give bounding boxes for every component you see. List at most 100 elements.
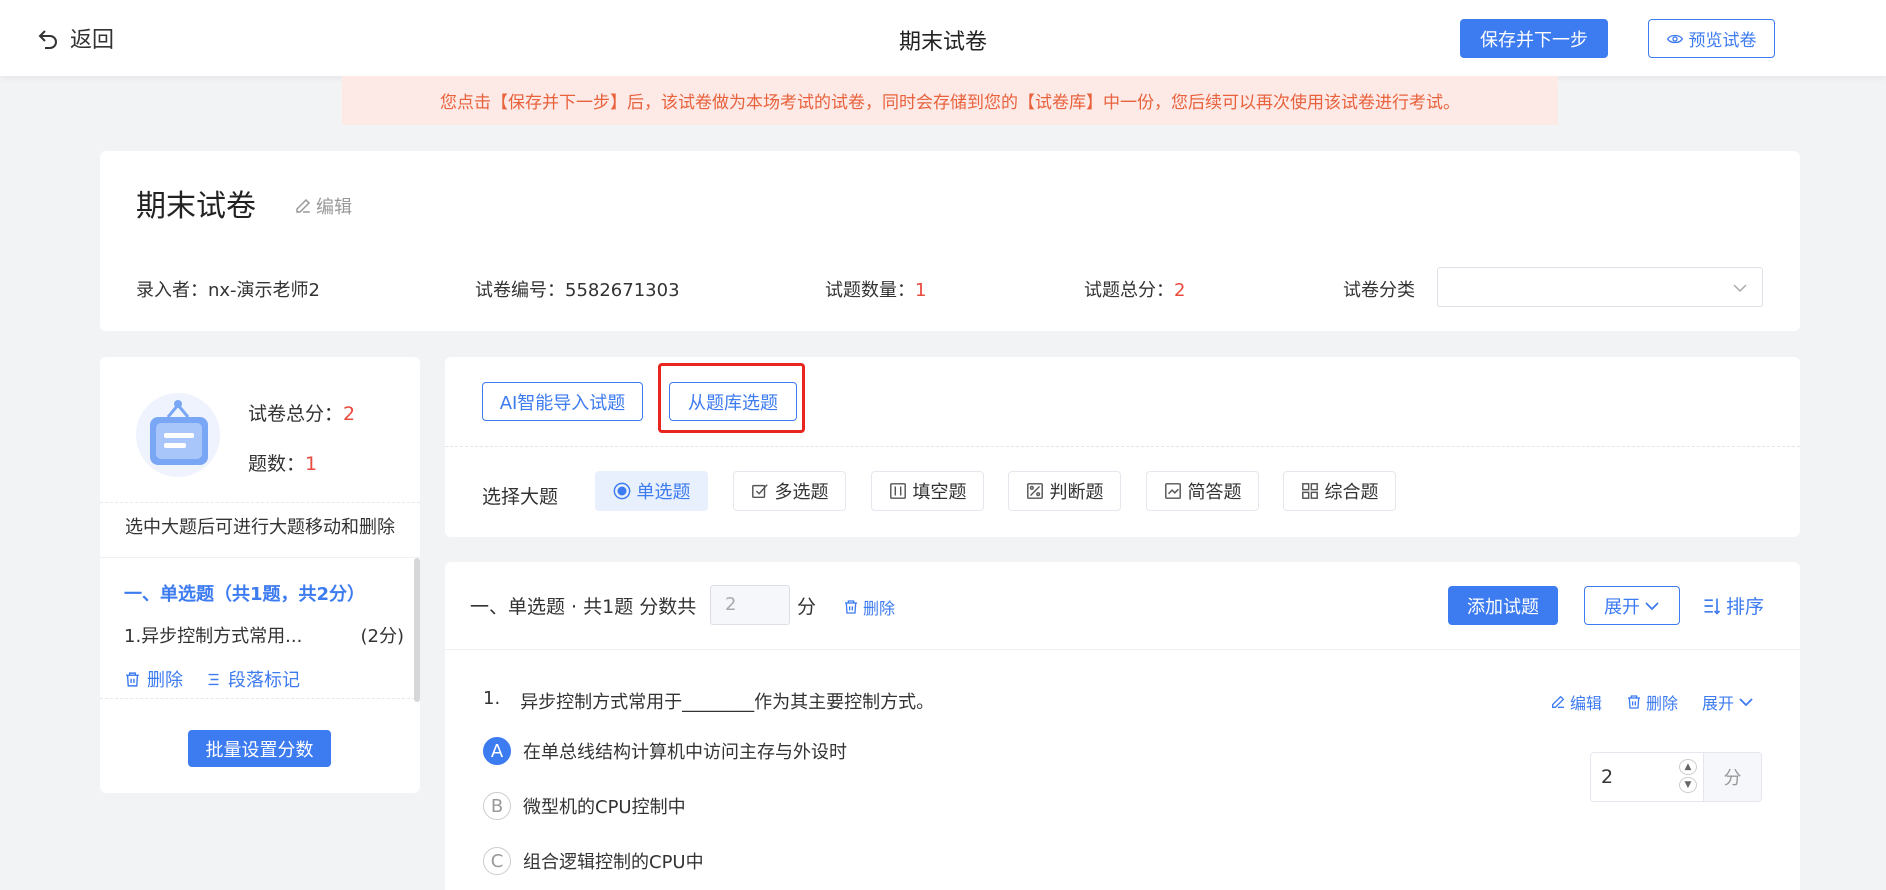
paper-title: 期末试卷 — [136, 189, 256, 224]
radio-icon — [613, 482, 630, 500]
section-list-item[interactable]: 一、单选题（共1题，共2分） 1.异步控制方式常用... (2分) 删除 段落标… — [100, 557, 420, 702]
expand-all-label: 展开 — [1604, 596, 1640, 618]
question-score-field[interactable]: 2 ▲ ▼ — [1591, 753, 1703, 801]
question-text: 异步控制方式常用于________作为其主要控制方式。 — [520, 692, 935, 713]
summary-total-value: 2 — [343, 403, 356, 425]
paper-info-card: 期末试卷 编辑 录入者：nx-演示老师2 试卷编号：5582671303 试题数… — [100, 151, 1800, 331]
edit-title-label: 编辑 — [316, 197, 352, 218]
preview-button[interactable]: 预览试卷 — [1648, 19, 1775, 58]
question-edit-label: 编辑 — [1570, 694, 1603, 713]
notice-banner: 您点击【保存并下一步】后，该试卷做为本场考试的试卷，同时会存储到您的【试卷库】中… — [342, 76, 1558, 125]
undo-arrow-icon — [38, 30, 57, 49]
question-score-stepper[interactable]: 2 ▲ ▼ 分 — [1590, 752, 1762, 802]
section-delete-link-label: 删除 — [863, 599, 896, 618]
summary-count-value: 1 — [305, 453, 318, 475]
batch-score-button[interactable]: 批量设置分数 — [188, 730, 331, 767]
question-summary-score: (2分) — [360, 626, 405, 647]
section-panel: 一、单选题 · 共1题 分数共 2 分 删除 添加试题 展开 排序 1. 异步控… — [445, 562, 1800, 890]
section-actions: 删除 段落标记 — [124, 666, 300, 692]
count-value: 1 — [915, 280, 927, 301]
question-number: 1. — [483, 688, 501, 709]
chevron-down-icon — [1739, 698, 1753, 707]
question-score-value: 2 — [1601, 766, 1614, 788]
chevron-down-icon — [1733, 284, 1747, 293]
type-label: 多选题 — [774, 482, 829, 503]
code-meta: 试卷编号：5582671303 — [475, 276, 680, 302]
section-score-unit: 分 — [797, 596, 817, 618]
option-text: 微型机的CPU控制中 — [523, 797, 686, 818]
type-judge[interactable]: 判断题 — [1008, 471, 1121, 511]
category-select[interactable] — [1437, 267, 1763, 307]
stepper-controls: ▲ ▼ — [1679, 759, 1697, 793]
question-bank-button[interactable]: 从题库选题 — [669, 382, 797, 421]
edit-title-button[interactable]: 编辑 — [294, 193, 352, 219]
option-letter: A — [483, 737, 511, 765]
back-button[interactable]: 返回 — [36, 22, 114, 54]
clipboard-illustration-icon — [136, 393, 220, 477]
question-score-unit: 分 — [1703, 753, 1761, 801]
section-heading: 一、单选题 · 共1题 分数共 — [470, 596, 697, 618]
option-letter: B — [483, 792, 511, 820]
question-expand-label: 展开 — [1702, 694, 1735, 713]
question-expand-button[interactable]: 展开 — [1702, 690, 1754, 714]
decrement-icon[interactable]: ▼ — [1679, 777, 1697, 793]
type-fill-blank[interactable]: 填空题 — [871, 471, 984, 511]
question-edit-button[interactable]: 编辑 — [1550, 690, 1602, 714]
question-delete-button[interactable]: 删除 — [1626, 690, 1678, 714]
type-label: 简答题 — [1187, 482, 1242, 503]
question-tools: 编辑 删除 展开 — [1550, 690, 1754, 714]
trash-icon — [126, 671, 139, 687]
type-label: 填空题 — [912, 482, 967, 503]
total-value: 2 — [1174, 280, 1186, 301]
list-icon — [208, 673, 219, 685]
option-letter: C — [483, 847, 511, 875]
section-score-input[interactable]: 2 — [710, 585, 790, 625]
top-bar: 返回 期末试卷 保存并下一步 预览试卷 — [0, 0, 1886, 76]
type-label: 单选题 — [636, 482, 691, 503]
chevron-down-icon — [1645, 601, 1659, 610]
type-label: 综合题 — [1324, 482, 1379, 503]
code-label: 试卷编号： — [475, 280, 565, 301]
type-comprehensive[interactable]: 综合题 — [1283, 471, 1396, 511]
sort-button[interactable]: 排序 — [1702, 592, 1764, 619]
option-text: 在单总线结构计算机中访问主存与外设时 — [523, 742, 847, 763]
question-summary-text: 1.异步控制方式常用... — [124, 626, 303, 647]
left-summary-panel: 试卷总分：2 题数：1 选中大题后可进行大题移动和删除 一、单选题（共1题，共2… — [100, 357, 420, 793]
type-single-choice[interactable]: 单选题 — [595, 471, 708, 511]
section-delete-link[interactable]: 删除 — [843, 595, 895, 619]
section-delete-button[interactable]: 删除 — [124, 666, 183, 692]
count-meta: 试题数量：1 — [825, 276, 926, 302]
type-label: 判断题 — [1049, 482, 1104, 503]
save-next-button[interactable]: 保存并下一步 — [1460, 19, 1608, 58]
sort-label: 排序 — [1726, 596, 1765, 618]
add-question-button[interactable]: 添加试题 — [1448, 586, 1558, 625]
summary-header: 试卷总分：2 题数：1 — [100, 357, 420, 503]
section-hint: 选中大题后可进行大题移动和删除 — [125, 517, 395, 538]
question-list-item[interactable]: 1.异步控制方式常用... (2分) — [124, 622, 404, 648]
option-c: C 组合逻辑控制的CPU中 — [483, 847, 704, 875]
scrollbar[interactable] — [414, 558, 420, 702]
choose-type-label: 选择大题 — [482, 486, 559, 508]
total-meta: 试题总分：2 — [1084, 276, 1185, 302]
type-multiple-choice[interactable]: 多选题 — [733, 471, 846, 511]
back-label: 返回 — [70, 28, 115, 53]
question-delete-label: 删除 — [1646, 694, 1679, 713]
summary-total: 试卷总分：2 — [248, 399, 355, 426]
option-a: A 在单总线结构计算机中访问主存与外设时 — [483, 737, 847, 765]
summary-count-label: 题数： — [248, 453, 306, 475]
expand-all-button[interactable]: 展开 — [1584, 586, 1680, 625]
section-header: 一、单选题 · 共1题 分数共 2 分 删除 添加试题 展开 排序 — [445, 562, 1800, 650]
ai-import-button[interactable]: AI智能导入试题 — [482, 382, 643, 421]
section-title[interactable]: 一、单选题（共1题，共2分） — [124, 580, 365, 606]
summary-count: 题数：1 — [248, 449, 317, 476]
fill-blank-icon — [889, 483, 906, 499]
trash-icon — [845, 600, 857, 614]
question-stem: 1. 异步控制方式常用于________作为其主要控制方式。 — [483, 688, 934, 714]
paragraph-mark-button[interactable]: 段落标记 — [205, 666, 300, 692]
creator-label: 录入者： — [136, 280, 208, 301]
summary-total-label: 试卷总分： — [248, 403, 344, 425]
short-answer-icon — [1164, 483, 1181, 499]
creator-meta: 录入者：nx-演示老师2 — [136, 276, 320, 302]
type-short-answer[interactable]: 简答题 — [1146, 471, 1259, 511]
preview-label: 预览试卷 — [1688, 31, 1757, 51]
